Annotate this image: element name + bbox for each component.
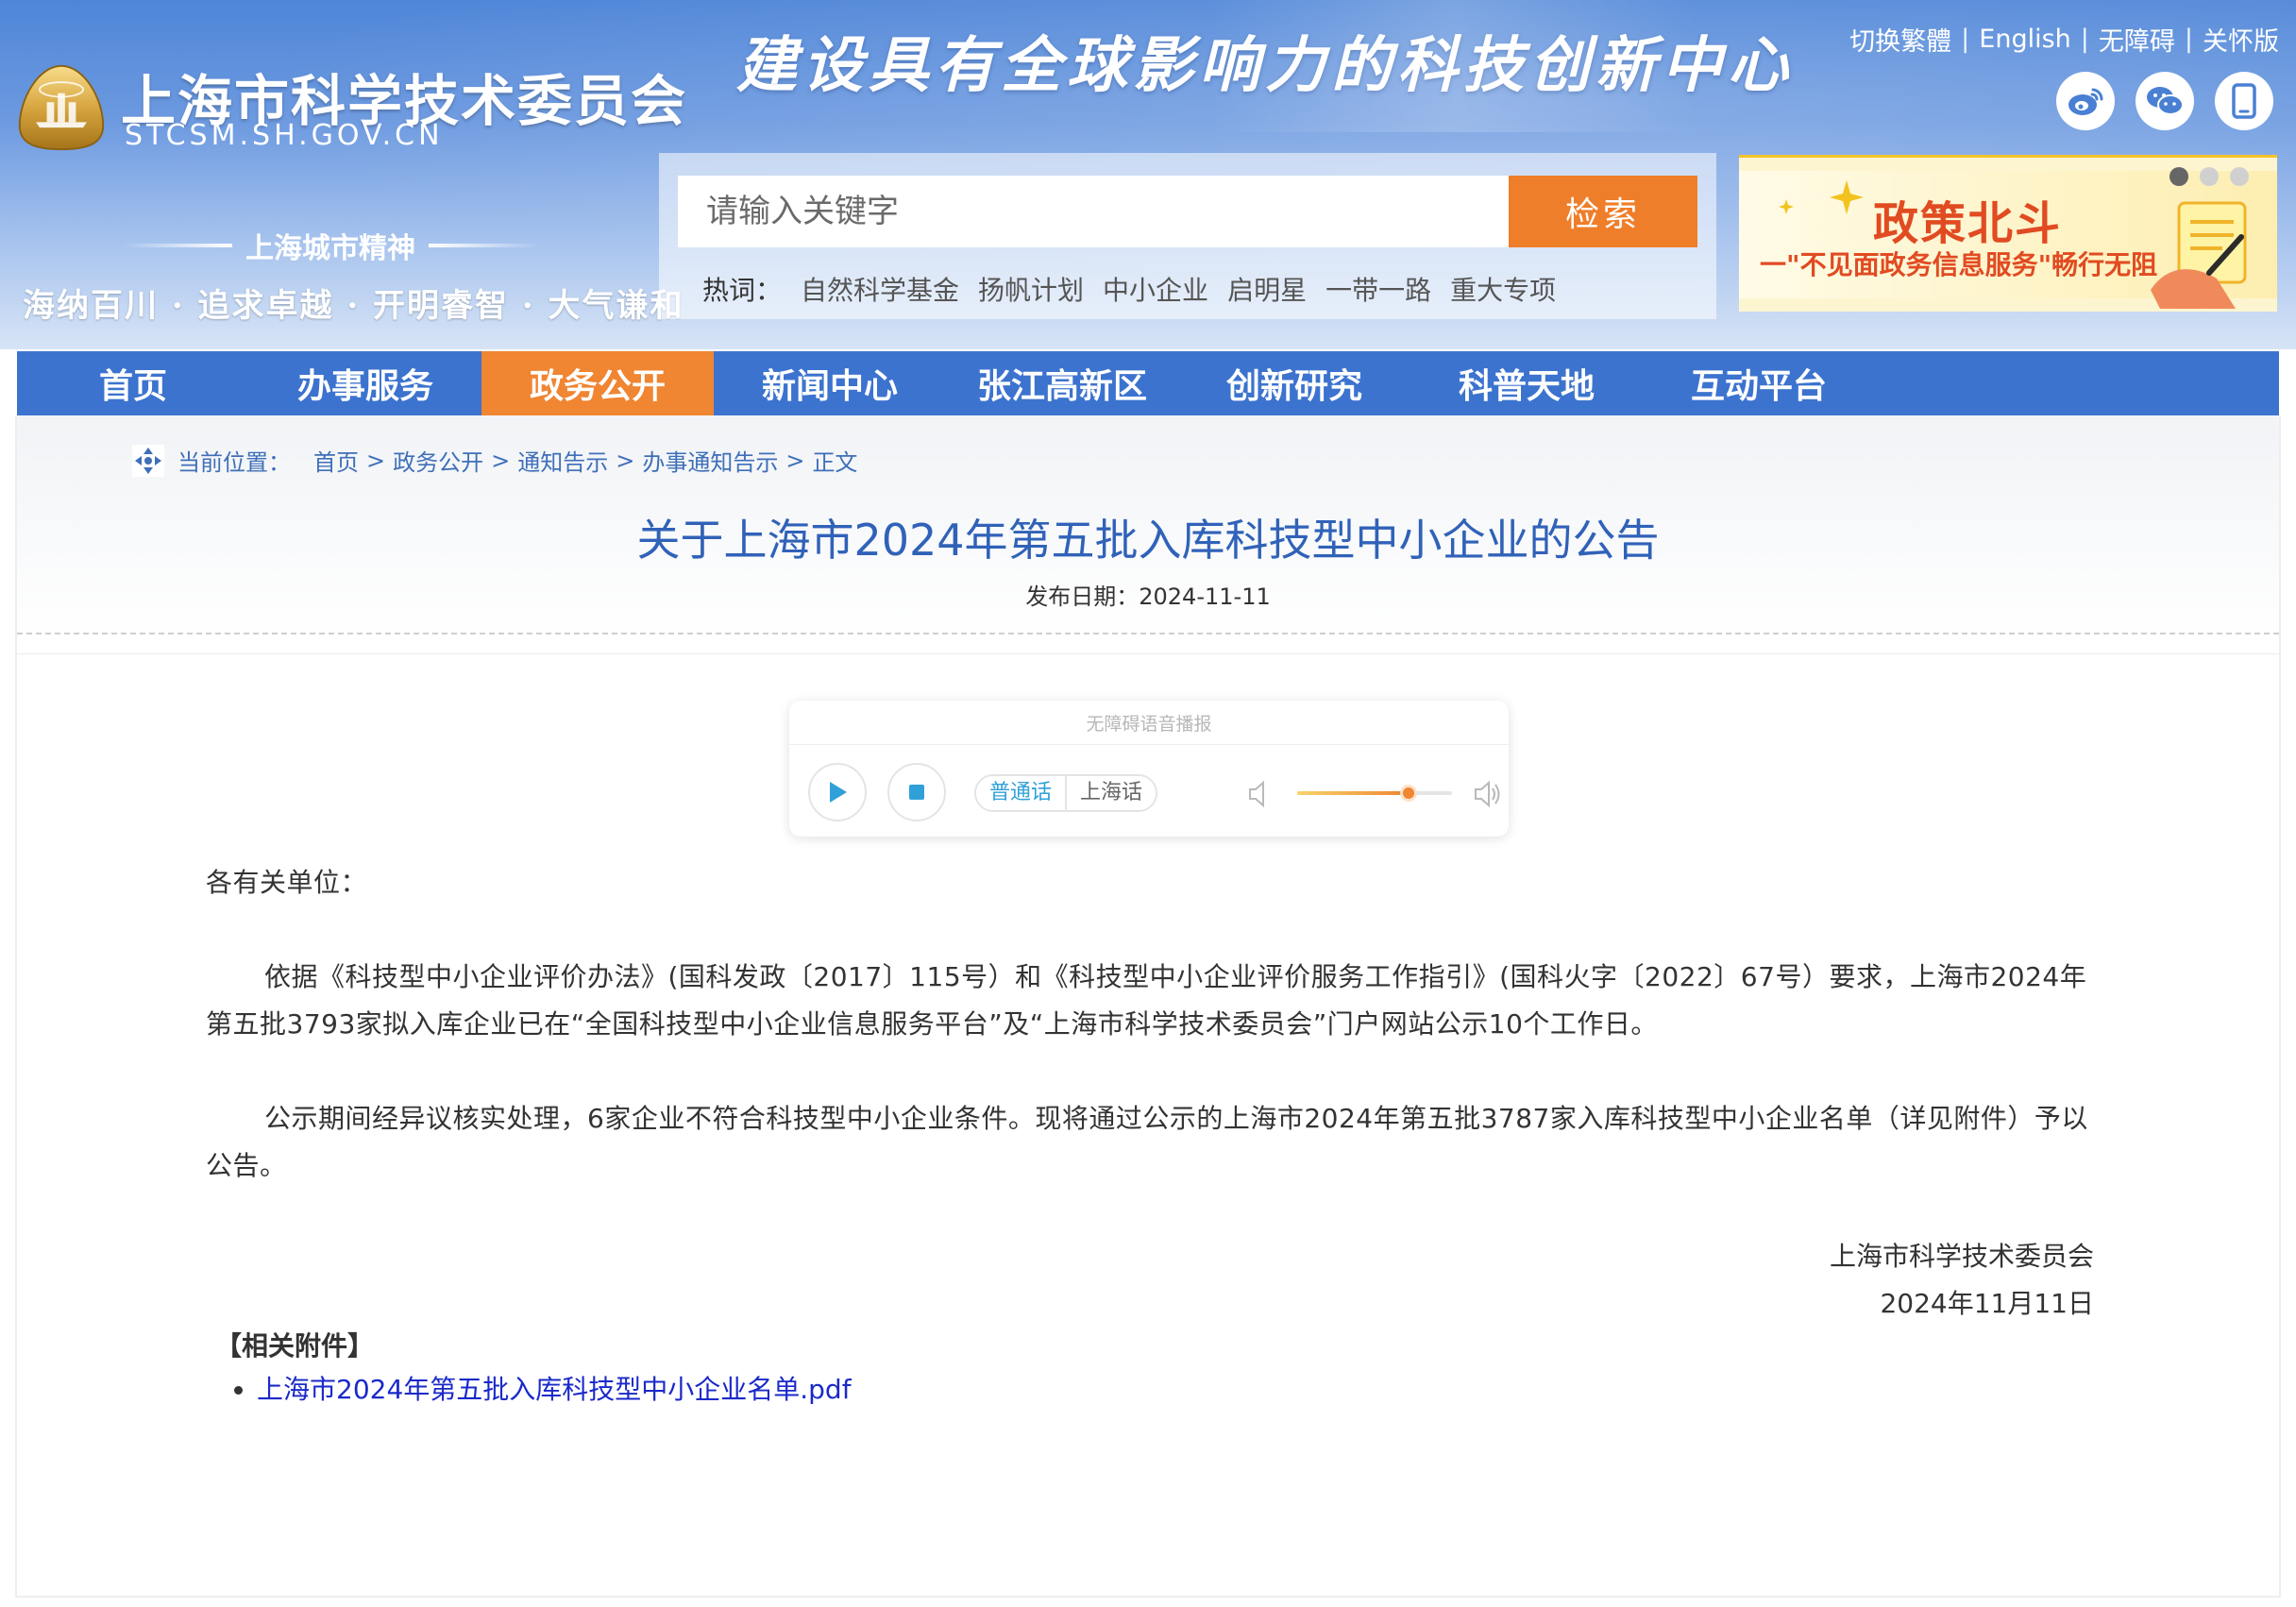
attachments-header: 【相关附件】 xyxy=(215,1330,375,1362)
article-container: 当前位置： 首页 > 政务公开 > 通知告示 > 办事通知告示 > 正文 关于上… xyxy=(15,415,2281,1598)
breadcrumb-current: 正文 xyxy=(812,449,858,476)
mandarin-option[interactable]: 普通话 xyxy=(976,776,1066,810)
shanghainese-option[interactable]: 上海话 xyxy=(1065,776,1156,810)
nav-item-news[interactable]: 新闻中心 xyxy=(714,351,946,415)
nav-item-government-affairs[interactable]: 政务公开 xyxy=(481,351,714,415)
language-toggle: 普通话 上海话 xyxy=(974,774,1158,812)
city-spirit-title: 上海城市精神 xyxy=(123,225,538,266)
policy-banner-subtitle: 一"不见面政务信息服务"畅行无阻 xyxy=(1760,249,2158,280)
traditional-chinese-link[interactable]: 切换繁體 xyxy=(1849,21,1951,58)
voice-player-title: 无障碍语音播报 xyxy=(1086,714,1212,735)
volume-low-icon[interactable] xyxy=(1246,778,1275,810)
city-spirit-label: 上海城市精神 xyxy=(245,232,415,265)
breadcrumb-notices[interactable]: 通知告示 xyxy=(517,444,608,477)
social-links xyxy=(2056,72,2273,130)
policy-banner-title: 政策北斗 xyxy=(1873,197,2063,250)
attachments-list: 上海市2024年第五批入库科技型中小企业名单.pdf xyxy=(221,1369,852,1407)
breadcrumb-separator: > xyxy=(785,447,805,474)
hotword-link[interactable]: 自然科学基金 xyxy=(801,270,959,308)
salutation: 各有关单位： xyxy=(206,867,368,898)
hotword-link[interactable]: 重大专项 xyxy=(1450,270,1556,308)
document-hand-icon xyxy=(2151,201,2247,309)
hotword-link[interactable]: 中小企业 xyxy=(1103,270,1208,308)
voice-player: 无障碍语音播报 普通话 上海话 xyxy=(789,701,1509,837)
attachment-link[interactable]: 上海市2024年第五批入库科技型中小企业名单.pdf xyxy=(257,1374,852,1405)
site-header: 上海市科学技术委员会 STCSM.SH.GOV.CN 建设具有全球影响力的科技创… xyxy=(0,0,2296,349)
nav-item-zhangjiang[interactable]: 张江高新区 xyxy=(946,351,1178,415)
breadcrumb: 当前位置： 首页 > 政务公开 > 通知告示 > 办事通知告示 > 正文 xyxy=(132,444,857,477)
banner-dot[interactable] xyxy=(2200,167,2219,186)
nav-item-innovation[interactable]: 创新研究 xyxy=(1178,351,1410,415)
volume-slider[interactable] xyxy=(1297,785,1452,802)
city-spirit-text: 海纳百川 · 追求卓越 · 开明睿智 · 大气谦和 xyxy=(23,287,684,325)
slogan-decoration xyxy=(1208,0,1699,132)
play-button[interactable] xyxy=(808,763,867,821)
link-separator: | xyxy=(2184,25,2193,54)
search-panel: 检索 热词： 自然科学基金 扬帆计划 中小企业 启明星 一带一路 重大专项 xyxy=(659,153,1716,319)
stop-button[interactable] xyxy=(887,763,946,821)
publish-date-value: 2024-11-11 xyxy=(1139,584,1271,610)
decor-line-left xyxy=(123,244,232,247)
volume-high-icon[interactable] xyxy=(1473,778,1503,810)
hotwords-row: 热词： 自然科学基金 扬帆计划 中小企业 启明星 一带一路 重大专项 xyxy=(702,270,1556,308)
divider xyxy=(17,653,2279,654)
article-paragraph: 依据《科技型中小企业评价办法》(国科发政〔2017〕115号）和《科技型中小企业… xyxy=(206,961,2087,1040)
publish-date: 发布日期：2024-11-11 xyxy=(17,578,2279,611)
article-header: 当前位置： 首页 > 政务公开 > 通知告示 > 办事通知告示 > 正文 关于上… xyxy=(17,415,2279,638)
breadcrumb-label: 当前位置： xyxy=(177,449,291,476)
weibo-icon[interactable] xyxy=(2056,72,2115,130)
article-title: 关于上海市2024年第五批入库科技型中小企业的公告 xyxy=(636,515,1660,566)
location-icon xyxy=(132,444,164,477)
sparkle-icon xyxy=(1779,180,1864,214)
decor-line-right xyxy=(429,244,538,247)
search-input[interactable] xyxy=(678,176,1509,247)
hotwords-label: 热词： xyxy=(702,275,783,306)
stcsm-logo-icon[interactable] xyxy=(15,62,108,153)
mobile-icon[interactable] xyxy=(2215,72,2273,130)
accessibility-link[interactable]: 无障碍 xyxy=(2099,21,2175,58)
volume-fill xyxy=(1297,791,1410,795)
policy-banner[interactable]: 政策北斗 一"不见面政务信息服务"畅行无阻 xyxy=(1739,155,2277,312)
breadcrumb-government-affairs[interactable]: 政务公开 xyxy=(393,444,483,477)
attachment-item: 上海市2024年第五批入库科技型中小企业名单.pdf xyxy=(257,1369,852,1407)
publish-date-label: 发布日期： xyxy=(1025,584,1140,610)
breadcrumb-separator: > xyxy=(616,447,635,474)
hotword-link[interactable]: 扬帆计划 xyxy=(978,270,1084,308)
volume-knob[interactable] xyxy=(1400,785,1418,802)
article-paragraph: 公示期间经异议核实处理，6家企业不符合科技型中小企业条件。现将通过公示的上海市2… xyxy=(206,1103,2088,1181)
main-nav: 首页 办事服务 政务公开 新闻中心 张江高新区 创新研究 科普天地 互动平台 xyxy=(17,351,2279,415)
breadcrumb-separator: > xyxy=(491,447,511,474)
signature-date: 2024年11月11日 xyxy=(1880,1288,2094,1319)
nav-item-services[interactable]: 办事服务 xyxy=(249,351,481,415)
nav-item-interaction[interactable]: 互动平台 xyxy=(1643,351,1875,415)
site-domain: STCSM.SH.GOV.CN xyxy=(125,119,444,152)
english-link[interactable]: English xyxy=(1979,25,2071,54)
signature-org: 上海市科学技术委员会 xyxy=(1829,1241,2094,1272)
breadcrumb-home[interactable]: 首页 xyxy=(313,444,359,477)
top-links: 切换繁體 | English | 无障碍 | 关怀版 xyxy=(1849,21,2279,58)
banner-pagination xyxy=(2169,167,2249,186)
hotword-link[interactable]: 一带一路 xyxy=(1325,270,1431,308)
breadcrumb-service-notices[interactable]: 办事通知告示 xyxy=(642,444,778,477)
signature: 上海市科学技术委员会 2024年11月11日 xyxy=(1830,1233,2094,1328)
nav-item-science-popularization[interactable]: 科普天地 xyxy=(1410,351,1643,415)
breadcrumb-separator: > xyxy=(366,447,386,474)
article-body: 各有关单位： 依据《科技型中小企业评价办法》(国科发政〔2017〕115号）和《… xyxy=(206,859,2103,1237)
banner-dot[interactable] xyxy=(2169,167,2188,186)
elderly-care-link[interactable]: 关怀版 xyxy=(2203,21,2279,58)
banner-dot[interactable] xyxy=(2230,167,2249,186)
link-separator: | xyxy=(1961,25,1970,54)
divider xyxy=(17,633,2279,634)
wechat-icon[interactable] xyxy=(2136,72,2194,130)
nav-item-home[interactable]: 首页 xyxy=(17,351,249,415)
player-divider xyxy=(789,744,1509,745)
play-icon xyxy=(830,782,847,803)
hotword-link[interactable]: 启明星 xyxy=(1227,270,1307,308)
link-separator: | xyxy=(2080,25,2089,54)
search-button[interactable]: 检索 xyxy=(1509,176,1697,247)
stop-icon xyxy=(909,785,924,800)
